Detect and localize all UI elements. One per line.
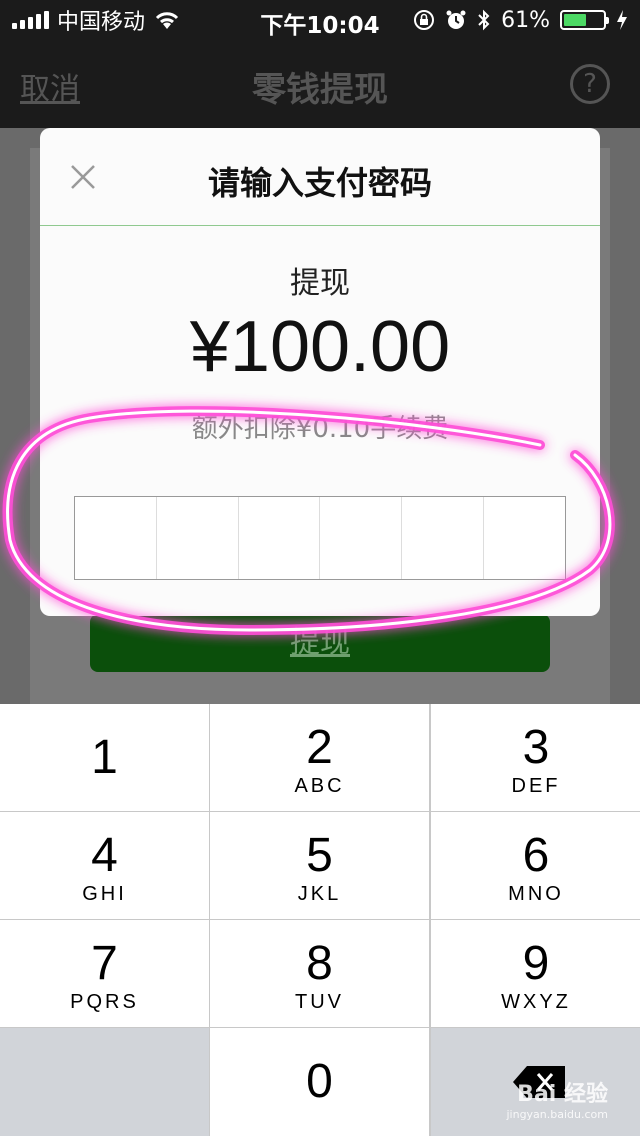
battery-icon <box>560 10 609 30</box>
key-digit: 6 <box>522 829 550 882</box>
rotation-lock-icon <box>414 10 435 30</box>
fee-note: 额外扣除¥0.10手续费 <box>191 414 449 444</box>
key-letters: TUV <box>295 991 344 1013</box>
watermark-logo: Bai 经验 jingyan.baidu.com <box>506 1082 608 1121</box>
pin-cell <box>402 497 485 579</box>
key-3[interactable]: 3 DEF <box>431 704 640 811</box>
password-input[interactable] <box>74 496 566 580</box>
numeric-keypad: 1 2 ABC 3 DEF 4 GHI 5 JKL 6 MNO 7 PQRS 8 TUV 9 WXYZ 0 <box>0 704 640 1136</box>
pin-cell <box>157 497 239 579</box>
key-digit: 2 <box>306 721 333 774</box>
key-digit: 7 <box>91 937 118 990</box>
withdraw-button: 提现 <box>90 614 550 672</box>
pin-cell <box>75 497 157 579</box>
key-digit: 3 <box>522 721 550 774</box>
key-digit: 1 <box>91 731 118 784</box>
key-digit: 5 <box>306 829 333 882</box>
bluetooth-icon <box>478 9 490 31</box>
dialog-header: 请输入支付密码 <box>40 128 600 226</box>
key-9[interactable]: 9 WXYZ <box>431 920 640 1027</box>
withdraw-amount: ¥100.00 <box>189 307 451 387</box>
key-0[interactable]: 0 <box>210 1028 429 1136</box>
key-letters: WXYZ <box>501 991 571 1013</box>
status-bar: 中国移动 下午10:04 61% <box>0 0 640 40</box>
alarm-icon <box>446 10 466 29</box>
help-icon[interactable]: ? <box>570 64 610 104</box>
key-digit: 0 <box>306 1055 333 1108</box>
key-letters: ABC <box>294 775 345 797</box>
pin-cell <box>320 497 403 579</box>
withdraw-label: 提现 <box>290 266 350 301</box>
charging-icon <box>617 10 627 30</box>
battery-percent: 61% <box>501 7 550 33</box>
key-letters: DEF <box>511 775 561 797</box>
dialog-title: 请输入支付密码 <box>207 164 432 202</box>
key-letters: PQRS <box>70 991 139 1013</box>
key-letters: MNO <box>508 883 564 905</box>
pin-cell <box>484 497 565 579</box>
key-4[interactable]: 4 GHI <box>0 812 209 919</box>
key-letters: JKL <box>297 883 342 905</box>
key-digit: 9 <box>522 937 550 990</box>
status-bar-right: 61% <box>413 6 628 34</box>
key-5[interactable]: 5 JKL <box>210 812 429 919</box>
nav-bar: 取消 零钱提现 ? <box>0 40 640 128</box>
key-2[interactable]: 2 ABC <box>210 704 429 811</box>
keypad-blank <box>0 1028 209 1136</box>
key-letters: GHI <box>82 883 127 905</box>
page-title: 零钱提现 <box>252 70 388 110</box>
key-8[interactable]: 8 TUV <box>210 920 429 1027</box>
pin-cell <box>239 497 321 579</box>
key-digit: 4 <box>91 829 118 882</box>
key-6[interactable]: 6 MNO <box>431 812 640 919</box>
key-7[interactable]: 7 PQRS <box>0 920 209 1027</box>
key-1[interactable]: 1 <box>0 704 209 811</box>
battery-level <box>564 14 586 26</box>
password-dialog: 请输入支付密码 提现 ¥100.00 额外扣除¥0.10手续费 <box>40 128 600 616</box>
key-digit: 8 <box>306 937 333 990</box>
